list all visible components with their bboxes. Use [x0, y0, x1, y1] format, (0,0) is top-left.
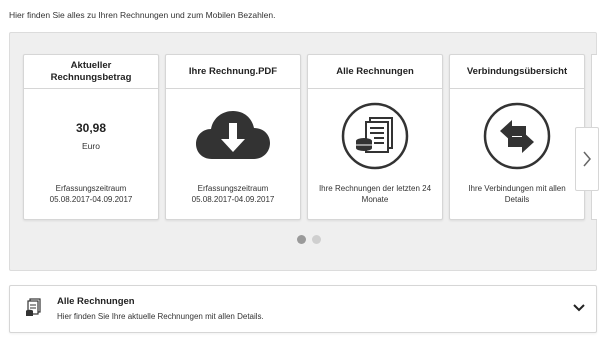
card-description: Monate — [361, 195, 389, 204]
card-body — [166, 89, 300, 183]
card-current-amount[interactable]: Aktueller Rechnungsbetrag 30,98 Euro Erf… — [23, 54, 159, 220]
card-title-line: Aktueller — [70, 59, 112, 71]
accordion-subtitle: Hier finden Sie Ihre aktuelle Rechnungen… — [57, 312, 264, 321]
card-title: Verbindungsübersicht — [450, 55, 584, 89]
chevron-down-icon[interactable] — [573, 303, 585, 313]
period-label: Erfassungszeitraum — [197, 184, 269, 193]
invoice-carousel: Aktueller Rechnungsbetrag 30,98 Euro Erf… — [9, 32, 599, 271]
swap-arrows-icon — [483, 102, 551, 170]
period-label: Erfassungszeitraum — [55, 184, 127, 193]
card-body — [450, 89, 584, 183]
period-dates: 05.08.2017-04.09.2017 — [191, 195, 275, 204]
card-all-invoices[interactable]: Alle Rechnungen Ihre Rechnungen der letz… — [307, 54, 443, 220]
card-invoice-pdf[interactable]: Ihre Rechnung.PDF Erfassungszeitraum 05.… — [165, 54, 301, 220]
intro-text: Hier finden Sie alles zu Ihren Rechnunge… — [9, 10, 276, 20]
card-description: Ihre Verbindungen mit allen — [468, 184, 566, 193]
carousel-next-button[interactable] — [575, 127, 599, 191]
chevron-right-icon — [583, 151, 591, 167]
amount-value: 30,98 — [75, 121, 107, 135]
pagination-dot-2[interactable] — [312, 235, 321, 244]
card-title-line: Rechnungsbetrag — [50, 71, 132, 83]
card-footer: Erfassungszeitraum 05.08.2017-04.09.2017 — [166, 183, 300, 219]
card-description: Ihre Rechnungen der letzten 24 — [318, 184, 432, 193]
accordion-title: Alle Rechnungen — [57, 296, 135, 307]
card-title: Aktueller Rechnungsbetrag — [24, 55, 158, 89]
invoices-coins-icon — [341, 102, 409, 170]
card-description: Details — [504, 195, 530, 204]
carousel-pagination — [297, 235, 321, 244]
card-title: Alle Rechnungen — [308, 55, 442, 89]
period-dates: 05.08.2017-04.09.2017 — [49, 195, 133, 204]
invoices-icon — [26, 298, 41, 316]
card-footer: Erfassungszeitraum 05.08.2017-04.09.2017 — [24, 183, 158, 219]
card-body: 30,98 Euro — [24, 89, 158, 183]
card-title: Ihre Rechnung.PDF — [166, 55, 300, 89]
amount-unit: Euro — [82, 141, 100, 151]
card-footer: Ihre Verbindungen mit allen Details — [450, 183, 584, 219]
card-footer: Ihre Rechnungen der letzten 24 Monate — [308, 183, 442, 219]
card-connections-overview[interactable]: Verbindungsübersicht Ihre Verbindungen m… — [449, 54, 585, 220]
all-invoices-accordion[interactable]: Alle Rechnungen Hier finden Sie Ihre akt… — [9, 285, 597, 333]
card-body — [308, 89, 442, 183]
pagination-dot-1[interactable] — [297, 235, 306, 244]
cloud-download-icon — [196, 111, 270, 159]
